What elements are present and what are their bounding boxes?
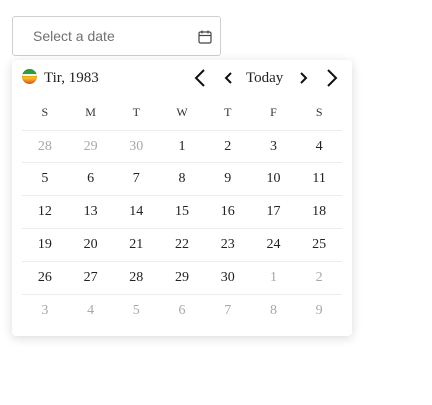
calendar-grid: 28 29 30 1 2 3 4 5 6 7 8 9 10 11 12 13 14 15 16 17 18 19 20 21 2… (22, 130, 342, 328)
calendar-day-outside-month[interactable]: 30 (113, 131, 159, 162)
calendar-day[interactable]: 22 (159, 229, 205, 261)
calendar-day[interactable]: 6 (68, 163, 114, 195)
calendar-day[interactable]: 14 (113, 196, 159, 228)
calendar-week-row: 3456789 (22, 295, 342, 328)
calendar-day-outside-month[interactable]: 3 (22, 295, 68, 328)
calendar-day-outside-month[interactable]: 29 (68, 131, 114, 162)
calendar-day[interactable]: 21 (113, 229, 159, 261)
month-year-label[interactable]: Tir, 1983 (44, 69, 99, 87)
weekday-label: S (41, 105, 49, 119)
weekday-label: S (315, 105, 323, 119)
calendar-day-outside-month[interactable]: 5 (113, 295, 159, 328)
calendar-day[interactable]: 18 (296, 196, 342, 228)
calendar-day[interactable]: 30 (205, 262, 251, 294)
calendar-day[interactable]: 28 (113, 262, 159, 294)
calendar-week-row: 5 6 7 8 9 10 11 (22, 163, 342, 196)
calendar-day[interactable]: 19 (22, 229, 68, 261)
calendar-day-outside-month[interactable]: 9 (296, 295, 342, 328)
chevron-right-small-icon[interactable] (298, 66, 310, 90)
weekday-label: W (176, 105, 188, 119)
weekday-label: M (85, 105, 96, 119)
calendar-day[interactable]: 3 (251, 131, 297, 162)
iran-flag-icon (22, 69, 37, 84)
calendar-day[interactable]: 29 (159, 262, 205, 294)
calendar-day-outside-month[interactable]: 2 (296, 262, 342, 294)
calendar-day[interactable]: 5 (22, 163, 68, 195)
chevron-left-large-icon[interactable] (192, 66, 208, 90)
calendar-day[interactable]: 2 (205, 131, 251, 162)
calendar-day[interactable]: 1 (159, 131, 205, 162)
calendar-day[interactable]: 17 (251, 196, 297, 228)
calendar-day-outside-month[interactable]: 7 (205, 295, 251, 328)
calendar-day[interactable]: 9 (205, 163, 251, 195)
calendar-day[interactable]: 26 (22, 262, 68, 294)
calendar-day[interactable]: 13 (68, 196, 114, 228)
calendar-day[interactable]: 24 (251, 229, 297, 261)
date-input[interactable] (21, 25, 193, 47)
calendar-day-outside-month[interactable]: 8 (251, 295, 297, 328)
calendar-week-row: 28 29 30 1 2 3 4 (22, 130, 342, 163)
calendar-popup: Tir, 1983 Today S M T W T F S 28 29 30 1 2 3 4… (12, 60, 352, 336)
calendar-day[interactable]: 7 (113, 163, 159, 195)
weekday-label: T (132, 105, 140, 119)
weekday-label: F (270, 105, 277, 119)
chevron-right-large-icon[interactable] (324, 66, 340, 90)
today-button[interactable]: Today (246, 69, 283, 87)
calendar-day[interactable]: 10 (251, 163, 297, 195)
calendar-day[interactable]: 27 (68, 262, 114, 294)
weekday-label: T (224, 105, 232, 119)
calendar-header: Tir, 1983 Today (12, 60, 352, 96)
weekday-header: S M T W T F S (22, 102, 342, 122)
calendar-day-outside-month[interactable]: 1 (251, 262, 297, 294)
calendar-week-row: 26 27 28 29 30 1 2 (22, 262, 342, 295)
calendar-day[interactable]: 12 (22, 196, 68, 228)
calendar-day[interactable]: 23 (205, 229, 251, 261)
calendar-day-outside-month[interactable]: 28 (22, 131, 68, 162)
calendar-day-outside-month[interactable]: 4 (68, 295, 114, 328)
calendar-day[interactable]: 16 (205, 196, 251, 228)
calendar-day[interactable]: 4 (296, 131, 342, 162)
calendar-day[interactable]: 8 (159, 163, 205, 195)
calendar-day[interactable]: 20 (68, 229, 114, 261)
calendar-week-row: 19 20 21 22 23 24 25 (22, 229, 342, 262)
date-input-field[interactable] (12, 16, 221, 56)
calendar-week-row: 12 13 14 15 16 17 18 (22, 196, 342, 229)
calendar-day[interactable]: 11 (296, 163, 342, 195)
calendar-icon[interactable] (197, 29, 213, 45)
calendar-day[interactable]: 15 (159, 196, 205, 228)
calendar-day[interactable]: 25 (296, 229, 342, 261)
calendar-day-outside-month[interactable]: 6 (159, 295, 205, 328)
chevron-left-small-icon[interactable] (222, 66, 234, 90)
